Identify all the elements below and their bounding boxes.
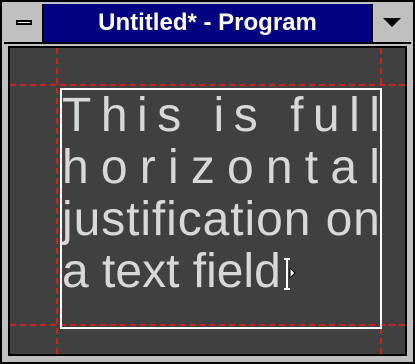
dropdown-button[interactable] (371, 4, 411, 42)
text-line-last: a text field (62, 246, 380, 298)
system-menu-button[interactable] (4, 4, 44, 42)
text-line: justification on (62, 194, 380, 246)
text-line: a text field (62, 246, 281, 298)
guide-line-left (56, 48, 58, 354)
window-title: Untitled* - Program (98, 9, 317, 36)
text-line: This is full (62, 90, 380, 142)
system-menu-icon (16, 20, 32, 25)
canvas-area[interactable]: This is full horizontal justification on… (8, 46, 407, 356)
title-bar[interactable]: Untitled* - Program (4, 4, 411, 44)
guide-line-top (10, 84, 405, 86)
i-beam-cursor-icon (282, 257, 296, 291)
text-field[interactable]: This is full horizontal justification on… (60, 88, 382, 329)
text-field-content[interactable]: This is full horizontal justification on… (62, 90, 380, 298)
text-line: horizontal (62, 142, 380, 194)
chevron-down-icon (383, 18, 401, 27)
application-window: Untitled* - Program This is full horizon… (0, 0, 415, 364)
